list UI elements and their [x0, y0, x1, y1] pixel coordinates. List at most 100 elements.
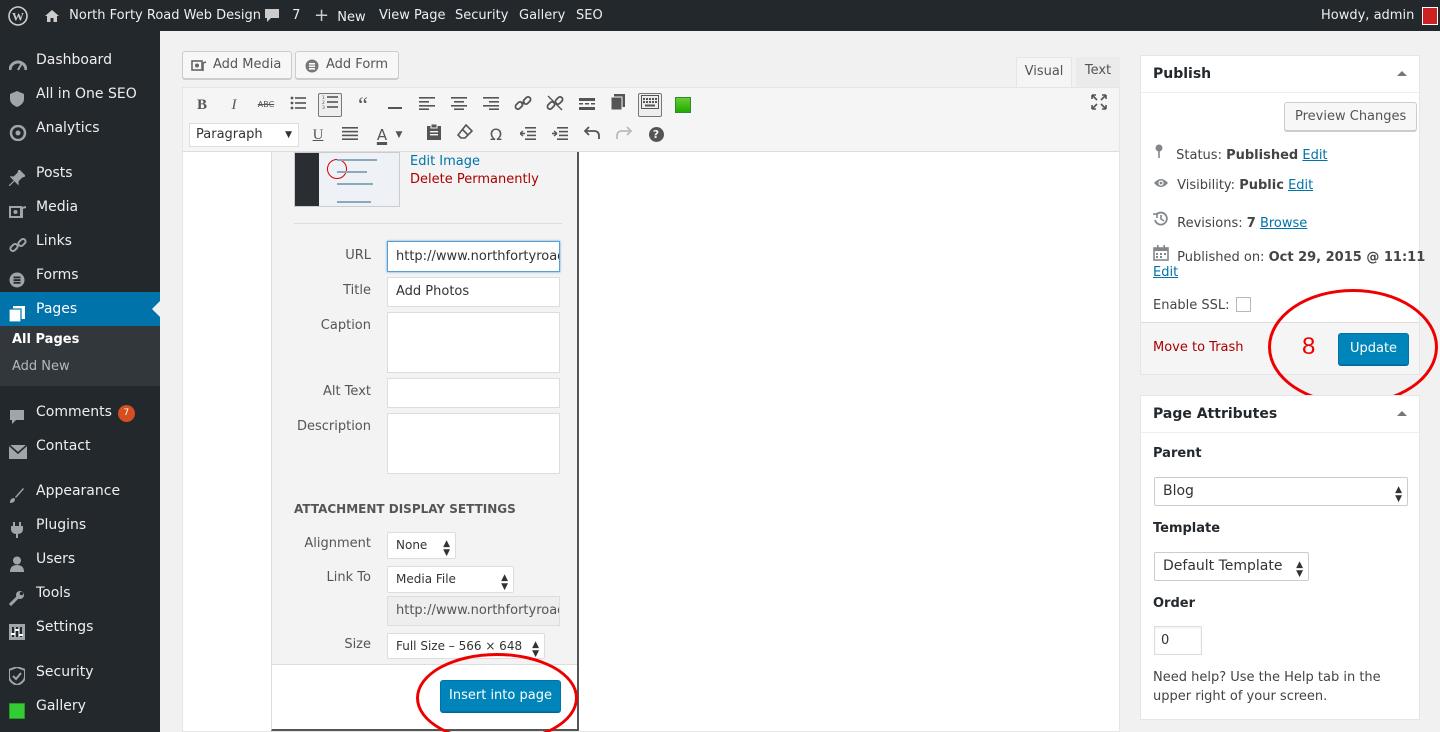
sidebar-item-posts[interactable]: Posts [0, 156, 160, 190]
view-page-link[interactable]: View Page [379, 0, 445, 31]
sidebar-item-security[interactable]: Security [0, 655, 160, 689]
sidebar-item-dashboard[interactable]: Dashboard [0, 43, 160, 77]
admin-bar: W North Forty Road Web Design 7 + New Vi… [0, 0, 1440, 31]
fullscreen-icon[interactable] [1088, 94, 1110, 116]
howdy-label: Howdy, admin [1321, 8, 1415, 23]
plus-icon: + [314, 5, 330, 26]
paste-as-text-icon[interactable] [423, 123, 445, 146]
security-menu-link[interactable]: Security [455, 0, 508, 31]
enable-ssl-checkbox[interactable] [1235, 297, 1251, 312]
numbered-list-icon[interactable]: 123 [318, 93, 342, 117]
status-edit-link[interactable]: Edit [1302, 148, 1327, 163]
tab-text[interactable]: Text [1076, 57, 1120, 87]
blockquote-icon[interactable]: “ [352, 94, 374, 116]
special-character-icon[interactable]: Ω [485, 124, 507, 146]
submenu-all-pages[interactable]: All Pages [12, 332, 79, 347]
svg-text:W: W [12, 9, 24, 23]
read-more-icon[interactable] [576, 94, 598, 116]
chevron-down-icon: ▼ [285, 130, 292, 140]
collapse-toggle-icon[interactable] [1397, 411, 1407, 416]
delete-permanently-link[interactable]: Delete Permanently [410, 172, 539, 187]
caption-label: Caption [320, 318, 371, 333]
sidebar-item-settings[interactable]: Settings [0, 610, 160, 644]
link-to-select[interactable]: Media File ▲ ▼ [387, 566, 514, 593]
url-field[interactable]: http://www.northfortyroad.c [387, 241, 560, 272]
sidebar-item-forms[interactable]: Forms [0, 258, 160, 292]
new-content-link[interactable]: + New [314, 0, 366, 31]
sidebar-item-contact[interactable]: Contact [0, 429, 160, 463]
sidebar-item-label: Users [36, 551, 76, 567]
tab-visual[interactable]: Visual [1016, 57, 1072, 87]
settings-icon [9, 619, 27, 640]
horizontal-line-icon[interactable] [384, 94, 406, 116]
indent-icon[interactable] [549, 124, 571, 146]
sidebar-item-plugins[interactable]: Plugins [0, 508, 160, 542]
collapse-toggle-icon[interactable] [1397, 71, 1407, 76]
template-select[interactable]: Default Template ▲ ▼ [1154, 552, 1309, 581]
comments-link[interactable]: 7 [264, 0, 300, 31]
visibility-edit-link[interactable]: Edit [1288, 178, 1313, 193]
attachment-thumbnail [294, 152, 400, 207]
analytics-icon [9, 120, 27, 142]
brush-icon [9, 483, 27, 503]
sidebar-item-tools[interactable]: Tools [0, 576, 160, 610]
edit-image-link[interactable]: Edit Image [410, 154, 480, 169]
wordpress-logo-icon[interactable]: W [8, 0, 28, 31]
sidebar-item-appearance[interactable]: Appearance [0, 474, 160, 508]
redo-icon[interactable] [613, 124, 635, 146]
my-account-link[interactable]: Howdy, admin [1321, 0, 1439, 31]
align-right-icon[interactable] [480, 94, 502, 116]
published-on-row: Published on: Oct 29, 2015 @ 11:11 [1153, 245, 1425, 265]
sidebar-item-pages[interactable]: Pages [0, 292, 160, 326]
underline-icon[interactable]: U [307, 124, 329, 146]
sidebar-item-label: Pages [36, 301, 78, 317]
italic-icon[interactable]: I [223, 94, 245, 116]
gallery-menu-link[interactable]: Gallery [519, 0, 565, 31]
insert-link-icon[interactable] [512, 94, 534, 116]
published-on-edit-link[interactable]: Edit [1153, 265, 1178, 280]
outdent-icon[interactable] [517, 124, 539, 146]
text-color-icon[interactable]: A [371, 124, 393, 146]
sidebar-item-all-in-one-seo[interactable]: All in One SEO [0, 77, 160, 111]
sidebar-item-links[interactable]: Links [0, 224, 160, 258]
undo-icon[interactable] [581, 124, 603, 146]
green-plugin-icon[interactable] [672, 94, 694, 116]
text-color-dropdown-icon[interactable]: ▼ [393, 124, 405, 146]
align-center-icon[interactable] [448, 94, 470, 116]
site-name-link[interactable]: North Forty Road Web Design [44, 0, 261, 31]
align-left-icon[interactable] [416, 94, 438, 116]
submenu-add-new[interactable]: Add New [12, 359, 70, 374]
order-input[interactable]: 0 [1154, 626, 1202, 655]
bulleted-list-icon[interactable] [287, 94, 309, 116]
title-field[interactable]: Add Photos [387, 277, 560, 307]
page-break-icon[interactable] [607, 94, 629, 116]
parent-select[interactable]: Blog ▲ ▼ [1154, 477, 1408, 506]
paragraph-format-select[interactable]: Paragraph ▼ [189, 123, 299, 147]
sidebar-item-comments[interactable]: Comments 7 [0, 395, 160, 429]
sidebar-item-users[interactable]: Users [0, 542, 160, 576]
attachment-details-panel: Edit Image Delete Permanently URL http:/… [271, 152, 579, 731]
preview-changes-button[interactable]: Preview Changes [1284, 102, 1418, 131]
annotation-ring-update [1268, 289, 1438, 405]
sidebar-item-media[interactable]: Media [0, 190, 160, 224]
seo-menu-link[interactable]: SEO [576, 0, 603, 31]
description-textarea[interactable] [387, 413, 560, 474]
clear-formatting-icon[interactable] [454, 123, 476, 146]
unlink-icon[interactable] [544, 94, 566, 116]
link-url-field: http://www.northfortyroad.c [387, 596, 560, 626]
add-form-button[interactable]: Add Form [295, 51, 400, 79]
alignment-select[interactable]: None ▲ ▼ [387, 532, 456, 559]
move-to-trash-link[interactable]: Move to Trash [1153, 340, 1244, 355]
toolbar-toggle-icon[interactable] [638, 93, 662, 117]
justify-icon[interactable] [339, 124, 361, 146]
alt-text-field[interactable] [387, 378, 560, 408]
bold-icon[interactable]: B [191, 94, 213, 116]
browse-revisions-link[interactable]: Browse [1260, 216, 1307, 231]
caption-textarea[interactable] [387, 312, 560, 373]
strikethrough-icon[interactable]: ABC [255, 94, 277, 116]
sidebar-item-gallery[interactable]: Gallery [0, 689, 160, 723]
sidebar-item-label: Appearance [36, 483, 121, 499]
sidebar-item-analytics[interactable]: Analytics [0, 111, 160, 145]
help-icon[interactable]: ? [645, 124, 667, 146]
add-media-button[interactable]: Add Media [182, 51, 293, 79]
